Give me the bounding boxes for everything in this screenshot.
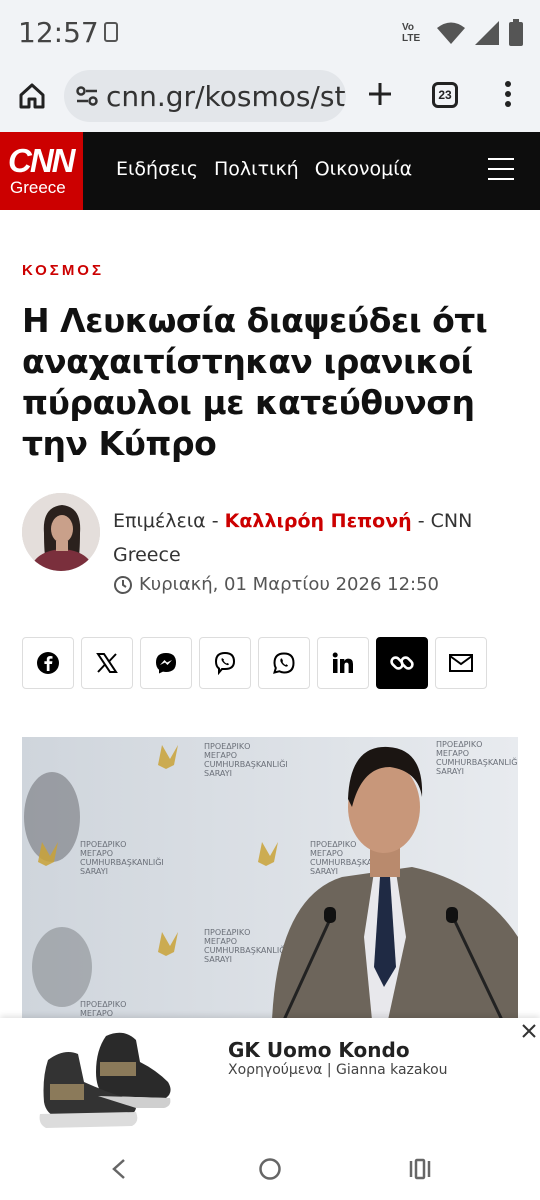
cnn-greece-logo[interactable]: CNN Greece bbox=[0, 132, 83, 210]
backdrop-text: ΠΡΟΕΔΡΙΚΟ bbox=[80, 840, 126, 849]
more-menu-icon[interactable] bbox=[504, 80, 512, 108]
backdrop-text: CUMHURBAŞKANLIĞI bbox=[204, 944, 288, 955]
backdrop-text: SARAYI bbox=[80, 867, 108, 876]
site-header: CNN Greece Ειδήσεις Πολιτική Οικονομία bbox=[0, 132, 540, 210]
recent-apps-icon[interactable] bbox=[408, 1158, 432, 1180]
backdrop-text: ΜΕΓΑΡΟ bbox=[436, 749, 469, 758]
back-icon[interactable] bbox=[110, 1158, 128, 1180]
backdrop-text: ΜΕΓΑΡΟ bbox=[310, 849, 343, 858]
share-facebook-button[interactable] bbox=[22, 637, 74, 689]
backdrop-text: SARAYI bbox=[204, 769, 232, 778]
backdrop-text: SARAYI bbox=[310, 867, 338, 876]
backdrop-text: ΜΕΓΑΡΟ bbox=[204, 751, 237, 760]
address-bar[interactable]: cnn.gr/kosmos/st bbox=[64, 70, 346, 122]
whatsapp-icon bbox=[273, 652, 295, 674]
nav-item-news[interactable]: Ειδήσεις bbox=[116, 158, 198, 180]
linkedin-icon bbox=[332, 652, 353, 673]
facebook-icon bbox=[37, 652, 59, 674]
tab-switcher-button[interactable]: 23 bbox=[432, 82, 458, 108]
clock-icon bbox=[114, 575, 132, 594]
backdrop-text: ΠΡΟΕΔΡΙΚΟ bbox=[204, 742, 250, 751]
battery-icon bbox=[509, 19, 523, 46]
share-linkedin-button[interactable] bbox=[317, 637, 369, 689]
ad-sponsor-label: Χορηγούμενα | Gianna kazakou bbox=[228, 1062, 448, 1078]
copy-link-button[interactable] bbox=[376, 637, 428, 689]
link-icon bbox=[390, 656, 414, 670]
backdrop-text: ΠΡΟΕΔΡΙΚΟ bbox=[310, 840, 356, 849]
sponsored-ad-banner[interactable]: GK Uomo Kondo Χορηγούμενα | Gianna kazak… bbox=[0, 1018, 540, 1138]
backdrop-text: ΠΡΟΕΔΡΙΚΟ bbox=[436, 740, 482, 749]
logo-greece-text: Greece bbox=[10, 178, 66, 197]
article-headline: Η Λευκωσία διαψεύδει ότι αναχαιτίστηκαν … bbox=[22, 301, 488, 463]
byline-prefix: Επιμέλεια - bbox=[113, 510, 225, 532]
home-circle-icon[interactable] bbox=[258, 1157, 282, 1181]
new-tab-icon[interactable] bbox=[366, 80, 394, 108]
site-settings-icon[interactable] bbox=[76, 86, 98, 106]
backdrop-text: CUMHURBAŞKANLIĞI bbox=[436, 756, 518, 767]
backdrop-text: ΜΕΓΑΡΟ bbox=[80, 1009, 113, 1018]
messenger-icon bbox=[156, 653, 176, 674]
ad-title[interactable]: GK Uomo Kondo bbox=[228, 1038, 410, 1062]
share-x-button[interactable] bbox=[81, 637, 133, 689]
share-bar bbox=[22, 637, 487, 689]
x-icon bbox=[96, 653, 118, 673]
backdrop-text: ΜΕΓΑΡΟ bbox=[80, 849, 113, 858]
backdrop-text: ΠΡΟΕΔΡΙΚΟ bbox=[80, 1000, 126, 1009]
backdrop-text: SARAYI bbox=[436, 767, 464, 776]
signal-icon bbox=[475, 21, 499, 45]
wifi-icon bbox=[437, 22, 465, 44]
email-icon bbox=[449, 654, 473, 672]
nav-item-politics[interactable]: Πολιτική bbox=[214, 158, 299, 180]
shoe-product-image bbox=[39, 1032, 171, 1128]
backdrop-text: CUMHURBAŞKANLIĞI bbox=[80, 856, 164, 867]
backdrop-text: CUMHURBAŞKANLIĞI bbox=[204, 758, 288, 769]
home-icon[interactable] bbox=[18, 82, 46, 110]
close-ad-icon[interactable] bbox=[520, 1022, 538, 1040]
author-link[interactable]: Καλλιρόη Πεπονή bbox=[225, 510, 412, 532]
press-conference-image: ΠΡΟΕΔΡΙΚΟ ΜΕΓΑΡΟ CUMHURBAŞKANLIĞI SARAYI… bbox=[22, 737, 518, 1020]
share-email-button[interactable] bbox=[435, 637, 487, 689]
article-category[interactable]: ΚΟΣΜΟΣ bbox=[22, 262, 104, 279]
status-bar: 12:57 Vo LTE bbox=[0, 0, 540, 66]
hamburger-menu-icon[interactable] bbox=[488, 158, 514, 182]
article-photo[interactable]: ΠΡΟΕΔΡΙΚΟ ΜΕΓΑΡΟ CUMHURBAŞKANLIĞI SARAYI… bbox=[22, 737, 518, 1020]
system-navigation-bar bbox=[0, 1138, 540, 1200]
share-messenger-button[interactable] bbox=[140, 637, 192, 689]
share-viber-button[interactable] bbox=[199, 637, 251, 689]
nav-item-economy[interactable]: Οικονομία bbox=[315, 158, 413, 180]
backdrop-text: ΜΕΓΑΡΟ bbox=[204, 937, 237, 946]
main-nav: Ειδήσεις Πολιτική Οικονομία bbox=[116, 158, 412, 180]
volte-indicator: Vo LTE bbox=[402, 22, 421, 44]
sim-card-icon bbox=[104, 22, 118, 42]
logo-cnn-text: CNN bbox=[8, 142, 75, 179]
author-avatar[interactable] bbox=[22, 493, 100, 571]
publish-date-text: Κυριακή, 01 Μαρτίου 2026 12:50 bbox=[139, 574, 439, 595]
url-text[interactable]: cnn.gr/kosmos/st bbox=[106, 80, 345, 113]
share-whatsapp-button[interactable] bbox=[258, 637, 310, 689]
viber-icon bbox=[214, 651, 236, 675]
browser-toolbar: cnn.gr/kosmos/st 23 bbox=[0, 66, 540, 132]
publish-date: Κυριακή, 01 Μαρτίου 2026 12:50 bbox=[113, 574, 439, 595]
backdrop-text: ΠΡΟΕΔΡΙΚΟ bbox=[204, 928, 250, 937]
status-time: 12:57 bbox=[18, 16, 99, 49]
backdrop-text: SARAYI bbox=[204, 955, 232, 964]
byline: Επιμέλεια - Καλλιρόη Πεπονή - CNN Greece bbox=[113, 504, 503, 572]
